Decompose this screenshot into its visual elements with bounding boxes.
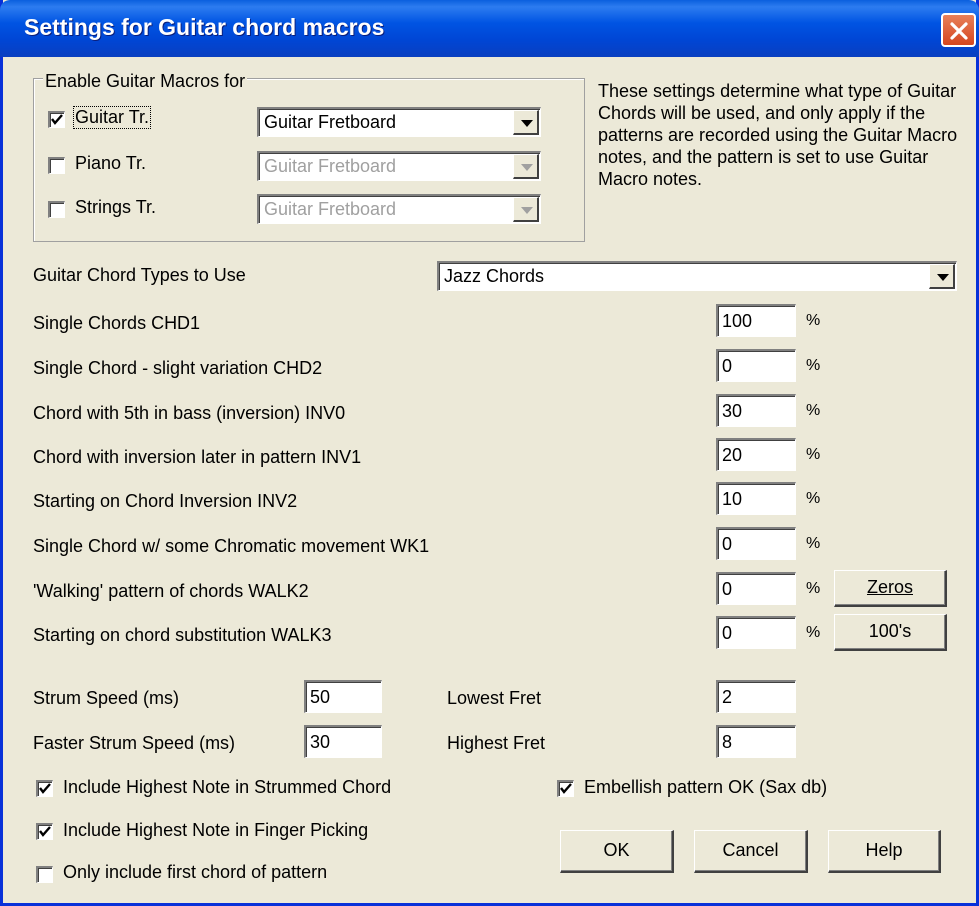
percent-row-label: Starting on chord substitution WALK3 — [33, 625, 332, 645]
inv1-value: 20 — [722, 445, 743, 465]
close-button[interactable] — [941, 13, 976, 47]
highest-fret-label: Highest Fret — [447, 733, 546, 753]
guitar-track-checkbox[interactable] — [48, 111, 65, 128]
faster-strum-label: Faster Strum Speed (ms) — [33, 733, 236, 753]
zeros-button[interactable]: Zeros — [834, 570, 947, 607]
chd1-value: 100 — [722, 311, 753, 331]
percent-row-label: Chord with 5th in bass (inversion) INV0 — [33, 403, 346, 423]
percent-sign: % — [806, 402, 821, 419]
percent-row-label: Single Chord w/ some Chromatic movement … — [33, 536, 430, 556]
guitar-track-select[interactable]: Guitar Fretboard — [257, 107, 541, 137]
ok-button[interactable]: OK — [560, 830, 674, 873]
group-legend: Enable Guitar Macros for — [43, 71, 248, 92]
guitar-track-select-value: Guitar Fretboard — [264, 112, 397, 132]
walk3-value: 0 — [722, 623, 733, 643]
description-text: These settings determine what type of Gu… — [598, 81, 958, 189]
lowest-fret-value: 2 — [722, 687, 733, 707]
chord-types-select[interactable]: Jazz Chords — [437, 261, 957, 291]
chord-types-select-value: Jazz Chords — [444, 266, 545, 286]
strings-track-checkbox[interactable] — [48, 201, 65, 218]
percent-row-label: Chord with inversion later in pattern IN… — [33, 447, 362, 467]
percent-row-label: Single Chords CHD1 — [33, 313, 201, 333]
cancel-button[interactable]: Cancel — [694, 830, 808, 873]
chevron-down-icon[interactable] — [513, 110, 539, 135]
embellish-checkbox[interactable] — [557, 780, 574, 797]
inv1-input[interactable]: 20 — [716, 438, 796, 471]
piano-track-select-value: Guitar Fretboard — [264, 156, 397, 176]
chd2-input[interactable]: 0 — [716, 349, 796, 382]
strings-track-select-value: Guitar Fretboard — [264, 199, 397, 219]
percent-sign: % — [806, 624, 821, 641]
chevron-down-icon[interactable] — [513, 197, 539, 222]
chord-types-label: Guitar Chord Types to Use — [33, 265, 246, 285]
close-icon — [950, 22, 968, 40]
percent-sign: % — [806, 446, 821, 463]
ok-button-label: OK — [603, 840, 630, 860]
percent-sign: % — [806, 490, 821, 507]
title-bar[interactable]: Settings for Guitar chord macros — [0, 0, 979, 57]
checkmark-icon — [39, 783, 51, 794]
hundreds-button[interactable]: 100's — [834, 614, 947, 651]
cancel-button-label: Cancel — [722, 840, 779, 860]
highest-note-picking-label: Include Highest Note in Finger Picking — [63, 820, 369, 840]
strings-track-label: Strings Tr. — [75, 197, 157, 217]
first-chord-only-checkbox[interactable] — [36, 866, 53, 883]
wk1-input[interactable]: 0 — [716, 527, 796, 560]
highest-note-strummed-label: Include Highest Note in Strummed Chord — [63, 777, 392, 797]
highest-note-strummed-checkbox[interactable] — [36, 780, 53, 797]
percent-row-label: 'Walking' pattern of chords WALK2 — [33, 581, 309, 601]
strum-speed-label: Strum Speed (ms) — [33, 688, 180, 708]
piano-track-checkbox[interactable] — [48, 157, 65, 174]
inv0-value: 30 — [722, 401, 743, 421]
highest-note-picking-checkbox[interactable] — [36, 823, 53, 840]
embellish-label: Embellish pattern OK (Sax db) — [584, 777, 828, 797]
strum-speed-input[interactable]: 50 — [304, 680, 382, 713]
percent-row-label: Single Chord - slight variation CHD2 — [33, 358, 323, 378]
piano-track-select[interactable]: Guitar Fretboard — [257, 151, 541, 181]
checkmark-icon — [51, 114, 63, 125]
inv2-value: 10 — [722, 489, 743, 509]
checkmark-icon — [560, 783, 572, 794]
chd1-input[interactable]: 100 — [716, 304, 796, 337]
walk2-value: 0 — [722, 579, 733, 599]
wk1-value: 0 — [722, 534, 733, 554]
percent-sign: % — [806, 580, 821, 597]
highest-fret-input[interactable]: 8 — [716, 725, 796, 758]
checkmark-icon — [39, 826, 51, 837]
guitar-track-label: Guitar Tr. — [72, 106, 152, 129]
percent-sign: % — [806, 312, 821, 329]
percent-row-label: Starting on Chord Inversion INV2 — [33, 491, 298, 511]
help-button[interactable]: Help — [828, 830, 941, 873]
chd2-value: 0 — [722, 356, 733, 376]
faster-strum-input[interactable]: 30 — [304, 725, 382, 758]
first-chord-only-label: Only include first chord of pattern — [63, 862, 328, 882]
chevron-down-icon[interactable] — [513, 154, 539, 179]
percent-sign: % — [806, 535, 821, 552]
strings-track-select[interactable]: Guitar Fretboard — [257, 194, 541, 224]
faster-strum-value: 30 — [310, 732, 331, 752]
lowest-fret-input[interactable]: 2 — [716, 680, 796, 713]
window-title: Settings for Guitar chord macros — [24, 14, 385, 40]
lowest-fret-label: Lowest Fret — [447, 688, 542, 708]
strum-speed-value: 50 — [310, 687, 331, 707]
piano-track-label: Piano Tr. — [75, 153, 147, 173]
percent-sign: % — [806, 357, 821, 374]
inv2-input[interactable]: 10 — [716, 482, 796, 515]
hundreds-button-label: 100's — [868, 621, 912, 641]
help-button-label: Help — [865, 840, 903, 860]
inv0-input[interactable]: 30 — [716, 394, 796, 427]
chevron-down-icon[interactable] — [929, 264, 955, 289]
walk3-input[interactable]: 0 — [716, 616, 796, 649]
highest-fret-value: 8 — [722, 732, 733, 752]
zeros-button-label: Zeros — [866, 577, 913, 597]
walk2-input[interactable]: 0 — [716, 572, 796, 605]
